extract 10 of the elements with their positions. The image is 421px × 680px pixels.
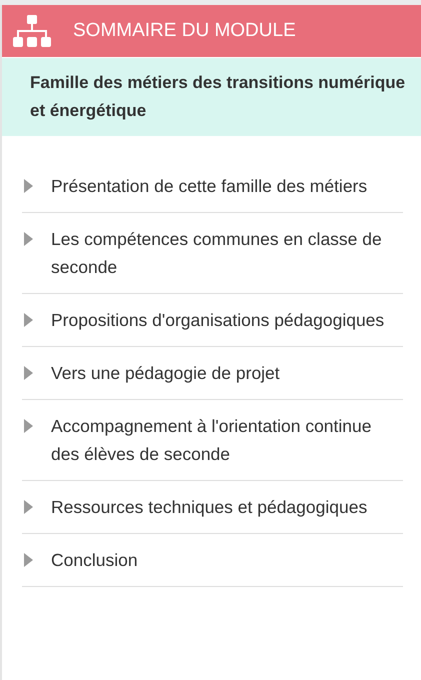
header-title: SOMMAIRE DU MODULE [73, 18, 296, 43]
module-section-link[interactable]: Vers une pédagogie de projet [51, 359, 288, 387]
module-section-link[interactable]: Les compétences communes en classe de seconde [51, 225, 403, 281]
sitemap-icon [13, 15, 51, 47]
module-section-link[interactable]: Ressources techniques et pédagogiques [51, 493, 376, 521]
module-section-link[interactable]: Conclusion [51, 546, 146, 574]
module-title: Famille des métiers des transitions numérique et énergétique [30, 72, 406, 122]
module-section-link[interactable]: Propositions d'organisations pédagogiques [51, 306, 392, 334]
module-section-link[interactable]: Accompagnement à l'orientation continue des élèves de seconde [51, 412, 403, 468]
module-section-link[interactable]: Présentation de cette famille des métiers [51, 172, 376, 200]
